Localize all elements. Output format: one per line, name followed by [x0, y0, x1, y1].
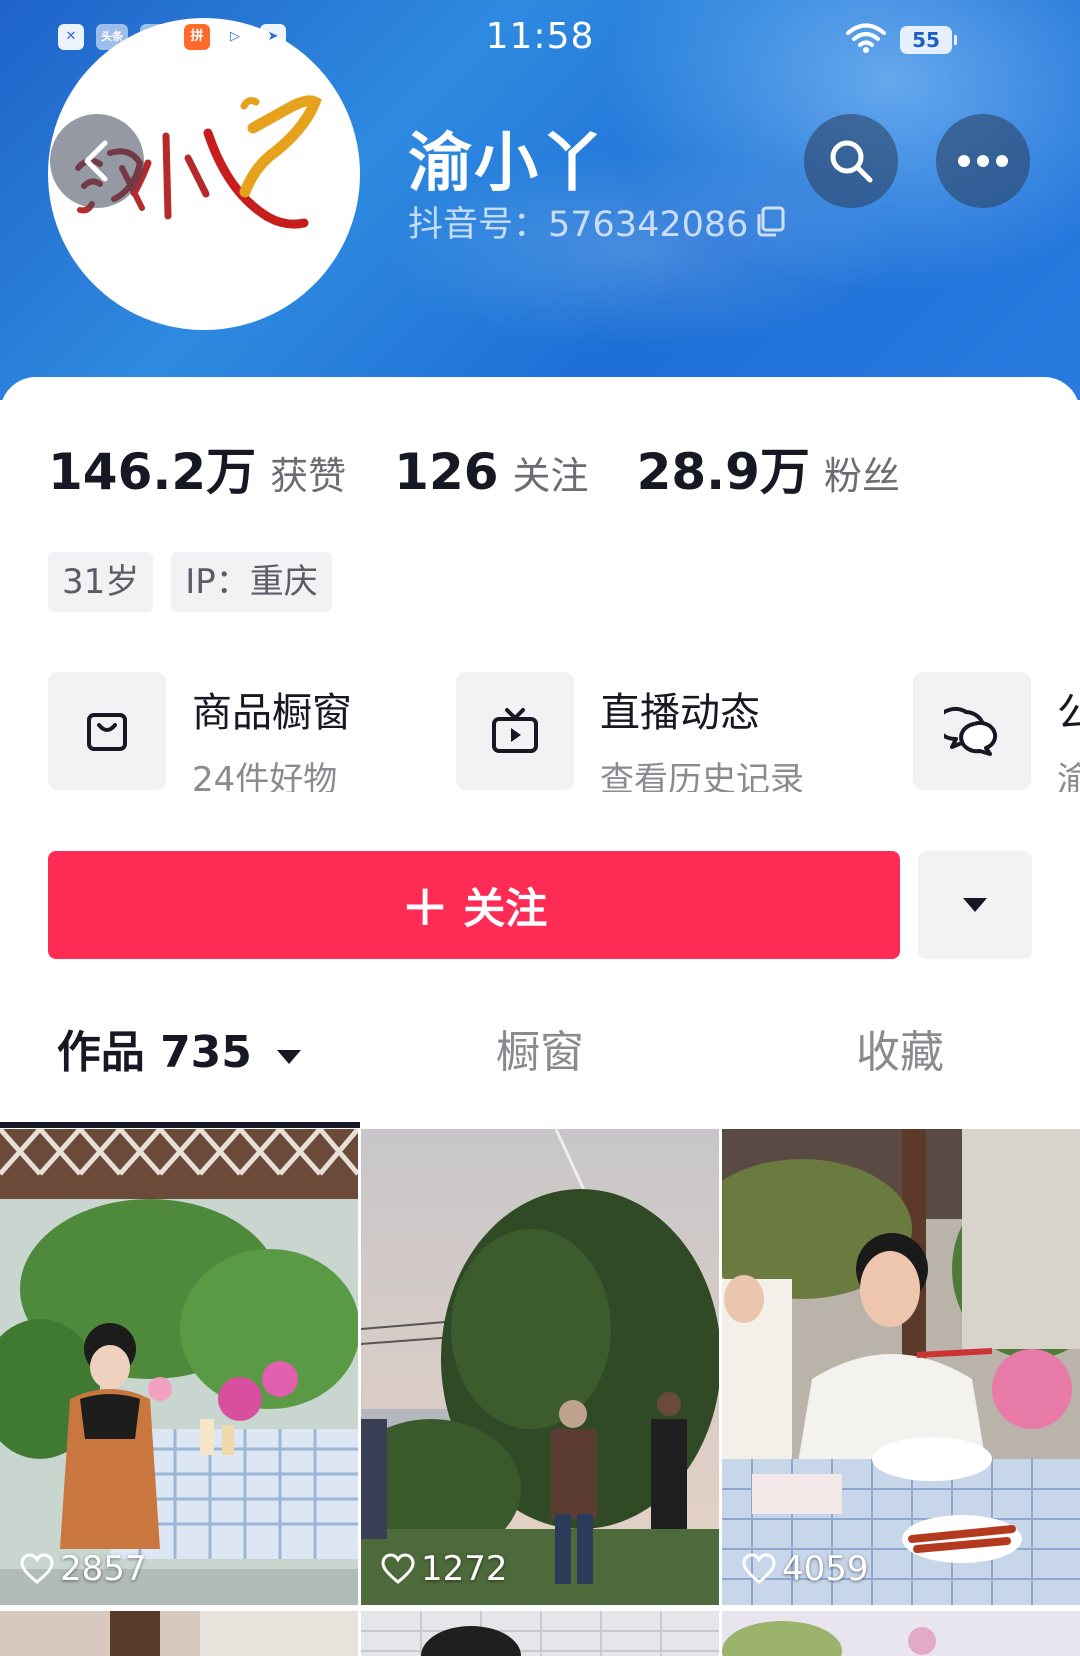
garden-scene-thumbnail	[0, 1129, 358, 1605]
search-icon	[830, 140, 873, 183]
plus-icon: +	[400, 871, 450, 939]
caret-down-icon	[963, 898, 987, 912]
feature-shortcuts: 商品橱窗 24件好物 直播动态 查看历史记录 公 渝	[48, 672, 1080, 792]
like-count: 1272	[381, 1549, 508, 1589]
chevron-left-icon	[84, 140, 108, 182]
caret-down-icon	[277, 1050, 302, 1064]
tree-scene-thumbnail	[361, 1129, 719, 1605]
follow-label: 关注	[463, 883, 548, 933]
live-activity-title: 直播动态	[600, 690, 760, 736]
group-chat-title: 公	[1057, 690, 1080, 736]
like-count-value: 1272	[421, 1549, 508, 1589]
shop-window-entry[interactable]: 商品橱窗 24件好物	[48, 672, 352, 792]
status-bar: ✕ 头条 头条 拼 ▷ ➤ 11:58 55	[0, 0, 1080, 80]
shop-window-title: 商品橱窗	[192, 690, 352, 736]
partial-thumbnail	[722, 1611, 1080, 1656]
tab-works[interactable]: 作品 735	[0, 1017, 360, 1107]
followers-label[interactable]: 粉丝	[824, 445, 900, 500]
shopping-bag-icon	[48, 672, 166, 790]
heart-outline-icon	[742, 1553, 776, 1584]
like-count-value: 4059	[782, 1549, 869, 1589]
tab-works-label: 作品 735	[56, 1027, 252, 1078]
heart-outline-icon	[381, 1553, 415, 1584]
video-thumbnail[interactable]: 4059	[722, 1129, 1080, 1605]
tab-favorites[interactable]: 收藏	[720, 1017, 1080, 1107]
profile-card: 146.2万 获赞 126 关注 28.9万 粉丝 31岁 IP：重庆 商品橱窗…	[0, 377, 1080, 1656]
likes-count[interactable]: 146.2万	[48, 432, 256, 504]
search-button[interactable]	[804, 114, 898, 208]
following-count[interactable]: 126	[394, 443, 498, 501]
video-thumbnail[interactable]	[361, 1611, 719, 1656]
shop-window-subtitle: 24件好物	[192, 760, 338, 792]
live-activity-subtitle: 查看历史记录	[600, 760, 804, 792]
age-tag: 31岁	[48, 552, 154, 612]
active-tab-indicator	[0, 1122, 360, 1128]
ip-location-tag: IP：重庆	[171, 552, 332, 612]
heart-outline-icon	[20, 1553, 54, 1584]
partial-thumbnail	[361, 1611, 719, 1656]
wifi-icon	[846, 22, 886, 58]
profile-name: 渝小丫	[408, 127, 606, 201]
profile-tags: 31岁 IP：重庆	[48, 552, 332, 612]
follow-button[interactable]: + 关注	[48, 851, 900, 959]
more-dots-icon	[958, 155, 1008, 167]
video-thumbnail[interactable]	[0, 1611, 358, 1656]
more-options-dropdown[interactable]	[918, 851, 1032, 959]
video-thumbnail[interactable]: 2857	[0, 1129, 358, 1605]
dining-scene-thumbnail	[722, 1129, 1080, 1605]
following-label[interactable]: 关注	[513, 445, 589, 500]
back-button[interactable]	[50, 114, 144, 208]
tab-shop-window[interactable]: 橱窗	[360, 1017, 720, 1107]
followers-count[interactable]: 28.9万	[637, 432, 810, 504]
stats-row: 146.2万 获赞 126 关注 28.9万 粉丝	[48, 432, 948, 504]
chat-bubbles-icon	[913, 672, 1031, 790]
partial-thumbnail	[0, 1611, 358, 1656]
like-count: 4059	[742, 1549, 869, 1589]
like-count: 2857	[20, 1549, 147, 1589]
video-thumbnail[interactable]: 1272	[361, 1129, 719, 1605]
battery-indicator: 55	[900, 26, 957, 54]
live-activity-entry[interactable]: 直播动态 查看历史记录	[456, 672, 804, 792]
content-tabs: 作品 735 橱窗 收藏	[0, 1017, 1080, 1107]
group-chat-subtitle: 渝	[1057, 760, 1080, 792]
group-chat-entry[interactable]: 公 渝	[913, 672, 1080, 792]
copy-icon[interactable]	[752, 205, 788, 239]
likes-label[interactable]: 获赞	[270, 445, 346, 500]
more-button[interactable]	[936, 114, 1030, 208]
tv-icon	[456, 672, 574, 790]
like-count-value: 2857	[60, 1549, 147, 1589]
douyin-id-text: 抖音号：576342086	[408, 205, 749, 245]
video-thumbnail[interactable]	[722, 1611, 1080, 1656]
douyin-id[interactable]: 抖音号：576342086	[408, 196, 788, 247]
